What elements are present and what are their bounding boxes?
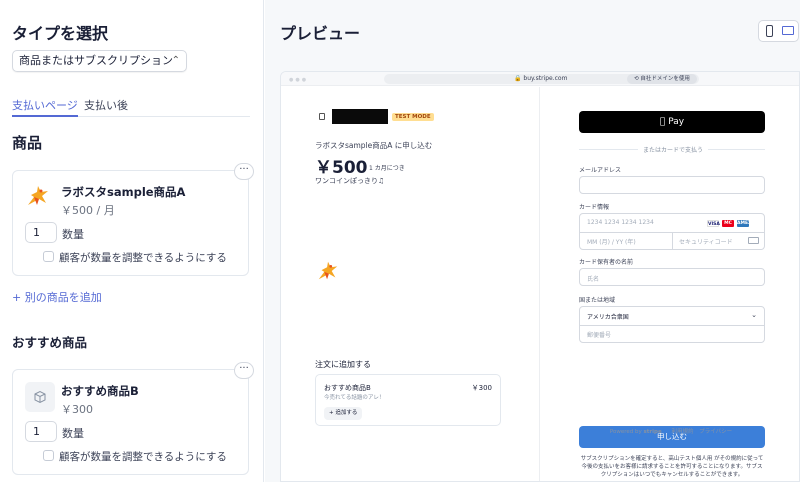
upsell-add-button[interactable]: + 追加する xyxy=(324,407,363,420)
recommended-product-card: ··· おすすめ商品B ￥300 1 数量 顧客が数量を調整できるようにする xyxy=(12,362,254,475)
preview-heading: プレビュー xyxy=(280,24,361,43)
or-card-text: またはカードで支払う xyxy=(638,145,708,154)
email-label: メールアドレス xyxy=(579,167,622,174)
apple-pay-button[interactable]:  Pay xyxy=(579,111,765,133)
use-own-domain-label: 自社ドメインを使用 xyxy=(640,76,690,82)
url-value: buy.stripe.com xyxy=(523,75,568,82)
back-icon[interactable] xyxy=(319,113,325,120)
type-heading: タイプを選択 xyxy=(12,24,109,43)
upsell-subtitle: 今売れてる話題のアレ！ xyxy=(324,395,385,401)
adjust-quantity-label: 顧客が数量を調整できるようにする xyxy=(59,252,227,264)
email-field[interactable] xyxy=(579,176,765,194)
card-label: カード情報 xyxy=(579,204,610,211)
type-select[interactable]: 商品またはサブスクリプション ⌃ xyxy=(12,50,187,72)
postal-code-input[interactable]: 郵便番号 xyxy=(587,330,611,339)
url-text: 🔒 buy.stripe.com xyxy=(514,75,568,82)
preview-panel: プレビュー ●●● 🔒 buy.stripe.com ⟲ 自社ドメインを使用 T… xyxy=(265,0,800,482)
quantity-label: 数量 xyxy=(62,427,84,440)
device-toggle[interactable] xyxy=(758,20,799,42)
country-label: 国または地域 xyxy=(579,297,616,304)
subscription-price: ￥500 xyxy=(315,158,368,178)
more-options-button[interactable]: ··· xyxy=(234,362,254,379)
product-card: ··· ラボスタsample商品A ￥500 / 月 1 数量 顧客が数量を調整… xyxy=(12,163,254,276)
visa-icon: VISA xyxy=(707,220,720,227)
more-options-button[interactable]: ··· xyxy=(234,163,254,180)
product-description: ワンコインぽっきり♫ xyxy=(315,177,385,185)
legal-text: サブスクリプションを確定すると、高山テスト個人用 がその規約に従って今後の支払い… xyxy=(580,456,764,478)
product-price: ￥500 / 月 xyxy=(61,204,115,217)
country-select[interactable]: アメリカ合衆国 xyxy=(587,312,629,321)
quantity-input[interactable]: 1 xyxy=(25,421,57,442)
cvc-card-icon xyxy=(748,237,759,244)
terms-link[interactable]: 利用規約 xyxy=(671,429,693,435)
desktop-icon[interactable] xyxy=(782,26,794,35)
billing-interval: 1 カ月につき xyxy=(369,165,405,172)
card-expiry-input[interactable]: MM (月) / YY (年) xyxy=(587,237,636,246)
quantity-input[interactable]: 1 xyxy=(25,222,57,243)
product-name: ラボスタsample商品A xyxy=(61,185,186,199)
apple-icon:  xyxy=(660,117,665,127)
test-mode-badge: TEST MODE xyxy=(392,113,434,121)
field-divider xyxy=(672,232,673,250)
field-divider xyxy=(580,325,764,326)
browser-bar: ●●● 🔒 buy.stripe.com ⟲ 自社ドメインを使用 xyxy=(281,72,799,86)
subscribe-title: ラボスタsample商品A に申し込む xyxy=(315,141,433,150)
recommended-heading: おすすめ商品 xyxy=(12,335,88,350)
product-name: おすすめ商品B xyxy=(61,384,139,398)
checkout-summary: TEST MODE ラボスタsample商品A に申し込む ￥500 1 カ月に… xyxy=(281,87,539,481)
mobile-icon[interactable] xyxy=(766,25,773,37)
upsell-card: おすすめ商品B ￥300 今売れてる話題のアレ！ + 追加する xyxy=(315,374,501,426)
adjust-quantity-checkbox[interactable] xyxy=(43,450,54,461)
chevron-updown-icon: ⌃ xyxy=(171,55,180,66)
amex-icon: AMEX xyxy=(737,220,752,227)
mastercard-icon: MC xyxy=(722,220,734,227)
chevron-down-icon: ⌄ xyxy=(751,311,757,319)
upsell-price: ￥300 xyxy=(471,384,492,392)
upsell-name: おすすめ商品B xyxy=(324,384,371,392)
type-select-value: 商品またはサブスクリプション xyxy=(19,54,173,67)
use-own-domain-button[interactable]: ⟲ 自社ドメインを使用 xyxy=(627,74,697,84)
card-field-group: 1234 1234 1234 1234 VISA MC AMEX MM (月) … xyxy=(579,213,765,250)
box-icon xyxy=(25,382,55,412)
privacy-link[interactable]: プライバシー xyxy=(699,429,732,435)
adjust-quantity-label: 顧客が数量を調整できるようにする xyxy=(59,451,227,463)
add-to-order-heading: 注文に追加する xyxy=(315,360,371,369)
left-panel: タイプを選択 商品またはサブスクリプション ⌃ 支払いページ 支払い後 商品 ·… xyxy=(0,0,264,482)
tab-payment-page[interactable]: 支払いページ xyxy=(12,97,78,117)
product-logo-icon xyxy=(28,186,48,205)
merchant-logo xyxy=(332,109,388,124)
browser-frame: ●●● 🔒 buy.stripe.com ⟲ 自社ドメインを使用 TEST MO… xyxy=(280,71,800,482)
product-price: ￥300 xyxy=(61,403,93,416)
payment-form:  Pay またはカードで支払う メールアドレス カード情報 1234 1234… xyxy=(539,87,799,481)
tab-bar: 支払いページ 支払い後 xyxy=(12,97,250,117)
apple-pay-label: Pay xyxy=(664,117,684,127)
cardholder-field[interactable]: 氏名 xyxy=(579,268,765,286)
product-image-icon xyxy=(318,261,338,280)
add-product-link[interactable]: + 別の商品を追加 xyxy=(12,289,102,305)
powered-by-label: Powered by xyxy=(609,429,642,435)
cardholder-placeholder: 氏名 xyxy=(587,276,600,283)
cardholder-label: カード保有者の名前 xyxy=(579,259,634,266)
card-number-input[interactable]: 1234 1234 1234 1234 xyxy=(587,219,654,226)
stripe-footer: Powered by stripe 利用規約 プライバシー xyxy=(578,427,764,435)
quantity-label: 数量 xyxy=(62,228,84,241)
adjust-quantity-checkbox[interactable] xyxy=(43,251,54,262)
card-cvc-input[interactable]: セキュリティコード xyxy=(679,237,733,246)
stripe-logo: stripe xyxy=(643,429,662,435)
tab-after-payment[interactable]: 支払い後 xyxy=(84,97,128,117)
products-heading: 商品 xyxy=(12,134,43,152)
country-field-group: アメリカ合衆国 ⌄ 郵便番号 xyxy=(579,306,765,343)
window-dots: ●●● xyxy=(289,77,309,83)
